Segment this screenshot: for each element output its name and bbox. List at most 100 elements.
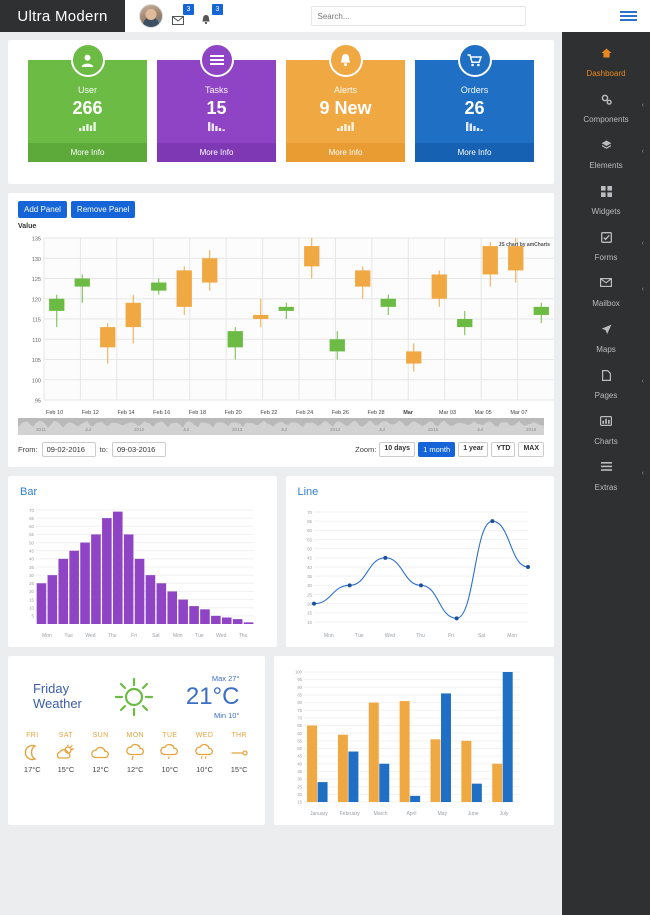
shower-icon — [195, 739, 214, 765]
line-chart[interactable]: 10 15 20 25 30 35 40 45 50 55 60 65 70 Mon Tue Wed Thu F… — [298, 506, 543, 639]
zoom-button-max[interactable]: MAX — [518, 442, 544, 457]
x-tick-label: Mar 03 — [437, 410, 473, 416]
stat-card-alerts[interactable]: Alerts 9 New More Info — [286, 60, 405, 162]
stat-card-value: 26 — [415, 95, 534, 121]
sidebar-item-widgets[interactable]: Widgets — [562, 180, 650, 226]
value-axis-title: Value — [18, 223, 544, 230]
sidebar-item-dashboard[interactable]: Dashboard — [562, 42, 650, 88]
more-info-link[interactable]: More Info — [28, 143, 147, 162]
x-tick-label: May — [427, 811, 458, 817]
list-icon — [562, 462, 650, 474]
x-tick-label: Tue — [58, 633, 80, 639]
forecast-day-tue: TUE 10°C — [160, 732, 179, 774]
chart-range-scrollbar[interactable]: 2011 Jul 2012 Jul 2013 Jul 2014 Jul 2015 Jul 2016 — [18, 418, 544, 435]
candlestick-chart[interactable]: 95 100 105 110 115 120 125 130 135 JS chart by am… — [18, 232, 544, 435]
svg-text:2011: 2011 — [36, 427, 46, 432]
zoom-button-1-year[interactable]: 1 year — [458, 442, 488, 457]
avatar[interactable] — [139, 4, 163, 28]
search-input[interactable] — [311, 6, 526, 26]
x-tick-label: Thu — [232, 633, 254, 639]
scrollbar-preview: 2011 Jul 2012 Jul 2013 Jul 2014 Jul 2015 Jul 2016 — [18, 418, 544, 435]
x-tick-label: Feb 20 — [223, 410, 259, 416]
stat-card-title: Orders — [415, 77, 534, 95]
sidebar-item-forms[interactable]: Forms ‹ — [562, 226, 650, 272]
svg-text:55: 55 — [297, 738, 302, 743]
search-area — [230, 6, 606, 26]
forecast-day-mon: MON 12°C — [126, 732, 145, 774]
svg-text:45: 45 — [307, 556, 312, 561]
stat-card-user[interactable]: User 266 More Info — [28, 60, 147, 162]
sidebar-item-extras[interactable]: Extras ‹ — [562, 456, 650, 502]
sidebar-item-pages[interactable]: Pages ‹ — [562, 364, 650, 410]
zoom-button-1-month[interactable]: 1 month — [418, 442, 455, 457]
svg-text:80: 80 — [297, 700, 302, 705]
x-tick-label: Thu — [101, 633, 123, 639]
sidebar-item-label: Widgets — [592, 207, 621, 216]
x-tick-label: Wed — [375, 633, 406, 639]
forecast-day-label: SUN — [91, 732, 110, 739]
stock-chart-panel: Add Panel Remove Panel Value 95 100 105 110… — [8, 193, 554, 467]
x-tick-label: Feb 10 — [44, 410, 80, 416]
zoom-button-10-days[interactable]: 10 days — [379, 442, 415, 457]
panel-buttons: Add Panel Remove Panel — [18, 201, 544, 218]
drizzle-icon — [160, 739, 179, 765]
x-tick-label: July — [489, 811, 520, 817]
x-tick-label: Feb 14 — [115, 410, 151, 416]
forecast-temp: 15°C — [230, 765, 249, 774]
more-info-link[interactable]: More Info — [157, 143, 276, 162]
svg-text:5: 5 — [32, 614, 35, 619]
sidebar-item-label: Maps — [596, 345, 616, 354]
to-date-input[interactable] — [112, 442, 166, 457]
svg-text:35: 35 — [297, 769, 302, 774]
sidebar-item-maps[interactable]: Maps — [562, 318, 650, 364]
x-tick-label: Wed — [80, 633, 102, 639]
chevron-left-icon: ‹ — [642, 240, 644, 247]
fog-icon — [230, 739, 249, 765]
zoom-buttons: 10 days 1 month 1 year YTD MAX — [379, 442, 544, 457]
x-tick-label: Feb 22 — [258, 410, 294, 416]
sidebar-item-mailbox[interactable]: Mailbox ‹ — [562, 272, 650, 318]
remove-panel-button[interactable]: Remove Panel — [71, 201, 135, 218]
add-panel-button[interactable]: Add Panel — [18, 201, 67, 218]
envelope-icon — [172, 16, 184, 25]
gears-icon — [562, 94, 650, 106]
svg-text:50: 50 — [29, 540, 34, 545]
svg-text:25: 25 — [29, 581, 34, 586]
weather-title: Friday Weather — [33, 682, 82, 712]
more-info-link[interactable]: More Info — [415, 143, 534, 162]
svg-text:2014: 2014 — [330, 427, 341, 432]
svg-text:65: 65 — [29, 516, 34, 521]
alerts-button[interactable]: 3 — [201, 5, 221, 27]
svg-text:45: 45 — [297, 754, 302, 759]
sidebar-item-components[interactable]: Components ‹ — [562, 88, 650, 134]
weather-current: Friday Weather Max 27° 21°C Min 10° — [8, 656, 265, 726]
svg-text:100: 100 — [295, 670, 303, 675]
forecast-day-label: TUE — [160, 732, 179, 739]
sidebar-item-elements[interactable]: Elements ‹ — [562, 134, 650, 180]
svg-text:40: 40 — [297, 761, 302, 766]
bar-chart[interactable]: 5 10 15 20 25 30 35 40 45 50 55 60 65 70 Mon Tue Wed Thu… — [20, 506, 265, 639]
sidebar-item-label: Extras — [595, 483, 618, 492]
from-date-input[interactable] — [42, 442, 96, 457]
bottom-row: Friday Weather Max 27° 21°C Min 10° FRI … — [8, 656, 554, 825]
stat-card-orders[interactable]: Orders 26 More Info — [415, 60, 534, 162]
x-tick-label: Tue — [344, 633, 375, 639]
forecast-day-label: WED — [195, 732, 214, 739]
svg-text:50: 50 — [307, 546, 312, 551]
more-info-link[interactable]: More Info — [286, 143, 405, 162]
svg-text:95: 95 — [35, 399, 41, 405]
svg-text:70: 70 — [29, 508, 34, 513]
svg-text:35: 35 — [307, 574, 312, 579]
brand-logo[interactable]: Ultra Modern — [0, 0, 125, 32]
forecast-day-sun: SUN 12°C — [91, 732, 110, 774]
stat-card-tasks[interactable]: Tasks 15 More Info — [157, 60, 276, 162]
svg-text:70: 70 — [307, 510, 312, 515]
sidebar-item-charts[interactable]: Charts — [562, 410, 650, 456]
zoom-button-ytd[interactable]: YTD — [491, 442, 515, 457]
menu-toggle-button[interactable] — [606, 0, 650, 32]
monthly-bar-chart[interactable]: 15 20 25 30 35 40 45 50 55 60 65 70 75 80 85 90 95 100 Ja… — [286, 666, 543, 817]
chart-controls: From: to: Zoom: 10 days1 month1 yearYTDM… — [18, 442, 544, 457]
messages-button[interactable]: 3 — [172, 5, 192, 27]
forecast-temp: 10°C — [160, 765, 179, 774]
svg-text:95: 95 — [297, 677, 302, 682]
